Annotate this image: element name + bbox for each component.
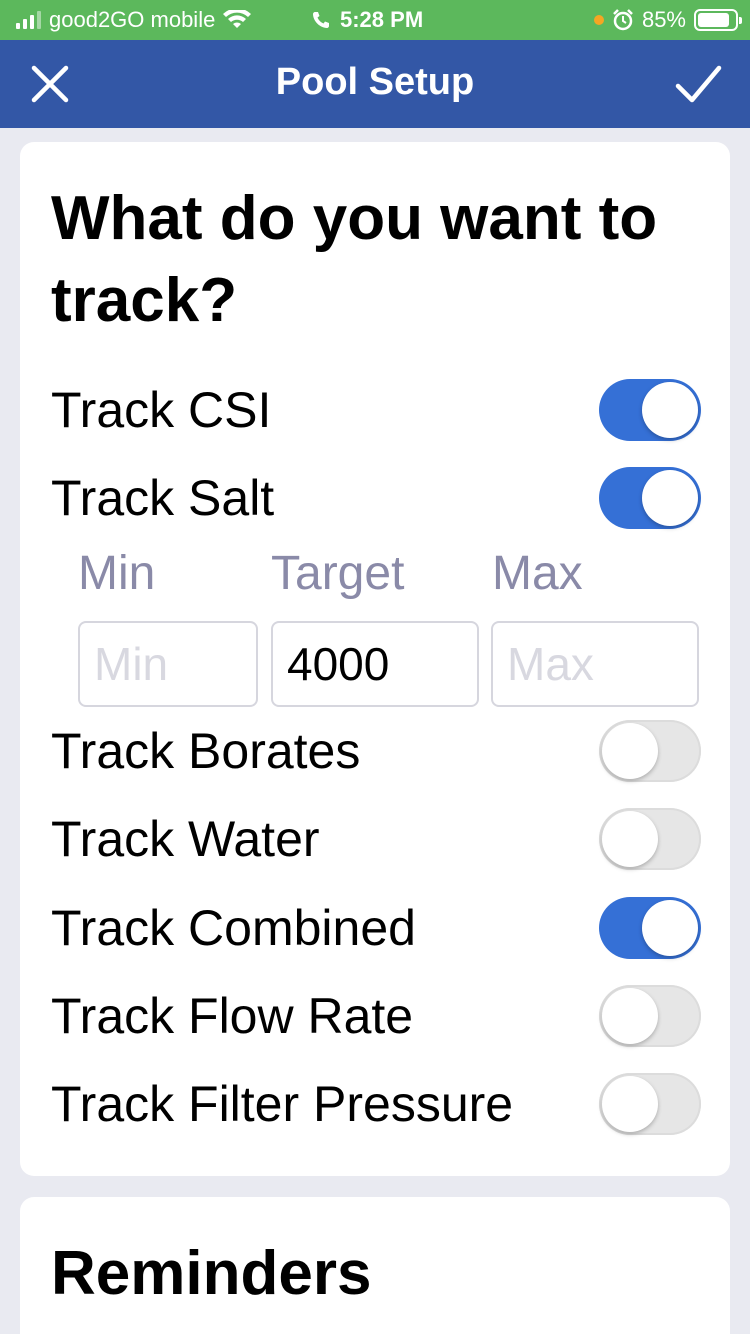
salt-max-input[interactable] [491,621,699,707]
track-combined-toggle[interactable] [599,897,701,959]
track-csi-label: Track CSI [51,382,272,438]
track-filter-pressure-row: Track Filter Pressure [51,1069,701,1139]
track-water-toggle[interactable] [599,808,701,870]
phone-icon [313,12,329,28]
track-borates-toggle[interactable] [599,720,701,782]
signal-icon [16,11,41,29]
track-filter-pressure-toggle[interactable] [599,1073,701,1135]
track-flow-rate-toggle[interactable] [599,985,701,1047]
status-right: 85% [593,7,742,33]
status-bar: good2GO mobile 5:28 PM 85% [0,0,750,40]
track-salt-label: Track Salt [51,470,275,526]
track-salt-toggle[interactable] [599,467,701,529]
reminders-heading: Reminders [51,1239,372,1308]
track-water-label: Track Water [51,811,320,867]
track-water-row: Track Water [51,804,701,874]
alarm-icon [613,9,633,31]
salt-min-input[interactable] [78,621,258,707]
page-title: Pool Setup [275,61,475,103]
salt-range-labels: Min Target Max [78,546,718,606]
recording-indicator [593,15,604,25]
reminders-card: Reminders [20,1197,730,1334]
track-heading: What do you want to track? [51,184,658,335]
track-combined-label: Track Combined [51,900,416,956]
track-borates-label: Track Borates [51,723,361,779]
track-flow-rate-label: Track Flow Rate [51,988,414,1044]
track-flow-rate-row: Track Flow Rate [51,981,701,1051]
wifi-icon [223,10,252,28]
track-card: What do you want to track? Track CSI Tra… [20,142,730,1176]
checkmark-icon [675,65,722,103]
salt-max-label: Max [492,547,583,600]
track-combined-row: Track Combined [51,893,701,963]
battery-icon [694,9,742,31]
salt-range-inputs [78,621,718,707]
confirm-button[interactable] [674,60,722,108]
track-csi-toggle[interactable] [599,379,701,441]
track-salt-row: Track Salt [51,463,701,533]
salt-target-input[interactable] [271,621,479,707]
close-button[interactable] [26,60,74,108]
battery-percent: 85% [641,7,686,32]
track-csi-row: Track CSI [51,375,701,445]
carrier-name: good2GO mobile [49,7,216,32]
track-filter-pressure-label: Track Filter Pressure [51,1076,514,1132]
status-time: 5:28 PM [340,7,424,32]
close-icon [31,65,69,103]
status-center: 5:28 PM [312,7,423,33]
status-left: good2GO mobile [16,7,252,33]
track-borates-row: Track Borates [51,716,701,786]
salt-target-label: Target [271,547,405,600]
nav-bar: Pool Setup [0,40,750,128]
salt-min-label: Min [78,547,156,600]
